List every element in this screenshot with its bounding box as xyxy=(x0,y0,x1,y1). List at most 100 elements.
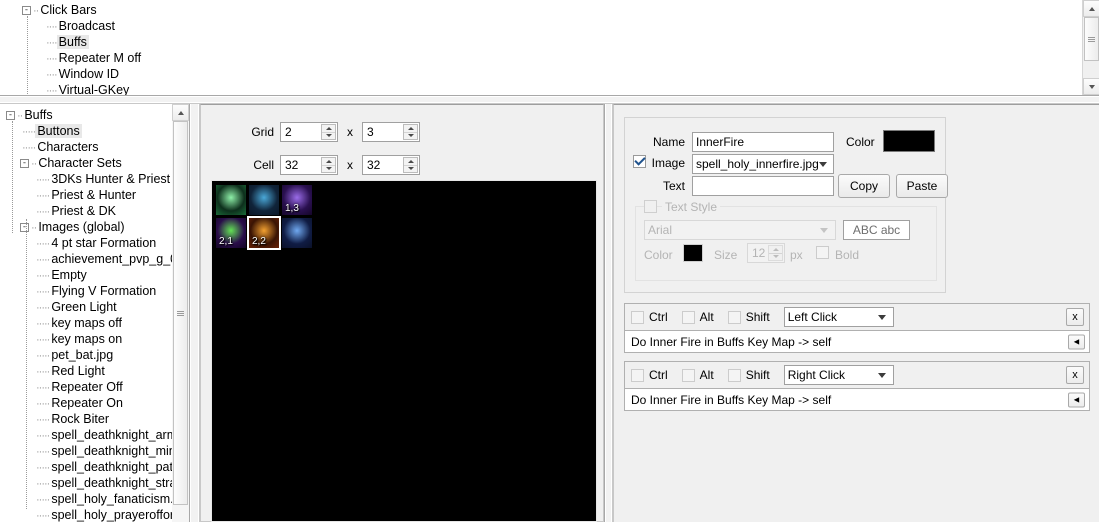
horizontal-splitter[interactable] xyxy=(0,95,1099,104)
top-panel-scrollbar[interactable] xyxy=(1082,0,1099,95)
image-enabled-checkbox[interactable] xyxy=(633,155,646,168)
name-input[interactable]: InnerFire xyxy=(692,132,834,152)
tree-node-repeater-m-off[interactable]: ···· Repeater M off xyxy=(22,50,143,66)
left-tree-scrollbar[interactable] xyxy=(172,104,189,522)
alt-modifier[interactable]: Alt xyxy=(681,368,714,382)
tree-item-character-sets[interactable]: - ·· Character Sets xyxy=(6,155,190,171)
shift-checkbox[interactable] xyxy=(727,310,741,324)
font-size-down-button[interactable] xyxy=(769,254,782,261)
remove-action-button[interactable]: x xyxy=(1066,308,1084,326)
alt-checkbox[interactable] xyxy=(681,368,695,382)
tree-node-virtual-gkey[interactable]: ···· Virtual-GKey xyxy=(22,82,143,95)
tree-item-spell-deathknight-stran[interactable]: ····· spell_deathknight_stran xyxy=(6,475,190,491)
tree-item-red-light[interactable]: ····· Red Light xyxy=(6,363,190,379)
font-size-spin-buttons[interactable] xyxy=(768,245,783,261)
expander-icon[interactable]: - xyxy=(22,6,31,16)
tree-item-3dks-hunter-priest[interactable]: ····· 3DKs Hunter & Priest xyxy=(6,171,190,187)
ctrl-checkbox[interactable] xyxy=(631,310,644,324)
font-family-dropdown[interactable]: Arial xyxy=(644,220,836,240)
tree-item-pet-bat-jpg[interactable]: ····· pet_bat.jpg xyxy=(6,347,190,363)
grid-rows-stepper[interactable]: 3 xyxy=(362,122,420,142)
tree-item-spell-holy-fanaticism-jpg[interactable]: ····· spell_holy_fanaticism.jpg xyxy=(6,491,190,507)
tree-node-window-id[interactable]: ···· Window ID xyxy=(22,66,143,82)
tree-item-key-maps-off[interactable]: ····· key maps off xyxy=(6,315,190,331)
cell-width-stepper[interactable]: 32 xyxy=(280,155,338,175)
tree-item-repeater-on[interactable]: ····· Repeater On xyxy=(6,395,190,411)
tree-item-rock-biter[interactable]: ····· Rock Biter xyxy=(6,411,190,427)
grid-columns-up-button[interactable] xyxy=(322,125,335,133)
tree-item-repeater-off[interactable]: ····· Repeater Off xyxy=(6,379,190,395)
tree-item-spell-holy-prayeroffortitu[interactable]: ····· spell_holy_prayeroffortitu xyxy=(6,507,190,522)
grid-cell[interactable] xyxy=(248,184,280,216)
tree-item-achievement-pvp-g-08[interactable]: ····· achievement_pvp_g_08 xyxy=(6,251,190,267)
tree-item-key-maps-on[interactable]: ····· key maps on xyxy=(6,331,190,347)
expander-icon[interactable]: - xyxy=(6,111,15,121)
buffs-tree[interactable]: - ·· Buffs ····· Buttons ····· Characters - ·· Ch… xyxy=(6,107,190,522)
bold-checkbox[interactable] xyxy=(816,246,829,259)
tree-item-spell-deathknight-mindf[interactable]: ····· spell_deathknight_mindf xyxy=(6,443,190,459)
tree-item-priest-hunter[interactable]: ····· Priest & Hunter xyxy=(6,187,190,203)
grid-rows-down-button[interactable] xyxy=(404,133,417,140)
shift-modifier[interactable]: Shift xyxy=(727,310,770,324)
tree-item-images-global[interactable]: - ·· Images (global) xyxy=(6,219,190,235)
shift-checkbox[interactable] xyxy=(727,368,741,382)
grid-columns-down-button[interactable] xyxy=(322,133,335,140)
grid-cell[interactable]: 2,1 xyxy=(215,217,247,249)
grid-cell[interactable] xyxy=(215,184,247,216)
copy-button[interactable]: Copy xyxy=(838,174,890,198)
action-back-button[interactable]: ◄ xyxy=(1068,334,1085,349)
ctrl-checkbox[interactable] xyxy=(631,368,644,382)
expander-icon[interactable]: - xyxy=(20,159,29,169)
scroll-thumb[interactable] xyxy=(1084,17,1099,61)
click-bar-canvas[interactable]: 1,3 2,1 2,2 xyxy=(211,180,597,522)
cell-height-stepper[interactable]: 32 xyxy=(362,155,420,175)
grid-columns-stepper[interactable]: 2 xyxy=(280,122,338,142)
tree-item-spell-deathknight-armyo[interactable]: ····· spell_deathknight_armyo xyxy=(6,427,190,443)
cell-height-spin-buttons[interactable] xyxy=(403,157,418,173)
left-scroll-thumb[interactable] xyxy=(173,121,188,505)
font-color-swatch[interactable] xyxy=(683,244,703,262)
cell-width-spin-buttons[interactable] xyxy=(321,157,336,173)
cell-height-down-button[interactable] xyxy=(404,166,417,173)
alt-modifier[interactable]: Alt xyxy=(681,310,714,324)
center-right-splitter[interactable] xyxy=(604,104,613,522)
action-back-button[interactable]: ◄ xyxy=(1068,392,1085,407)
alt-checkbox[interactable] xyxy=(681,310,695,324)
tree-item-4-pt-star-formation[interactable]: ····· 4 pt star Formation xyxy=(6,235,190,251)
cell-width-up-button[interactable] xyxy=(322,158,335,166)
left-scroll-up-button[interactable] xyxy=(172,104,189,121)
grid-cell[interactable]: 1,3 xyxy=(281,184,313,216)
grid-columns-spin-buttons[interactable] xyxy=(321,124,336,140)
click-bars-tree[interactable]: - ·· Click Bars ···· Broadcast ···· Buffs ···· R… xyxy=(22,2,143,95)
click-type-dropdown[interactable]: Right Click xyxy=(783,365,894,385)
left-vertical-splitter[interactable] xyxy=(189,104,200,522)
text-input[interactable] xyxy=(692,176,834,196)
grid-rows-spin-buttons[interactable] xyxy=(403,124,418,140)
tree-item-green-light[interactable]: ····· Green Light xyxy=(6,299,190,315)
grid-cell[interactable] xyxy=(281,217,313,249)
tree-item-priest-dk[interactable]: ····· Priest & DK xyxy=(6,203,190,219)
expander-icon[interactable]: - xyxy=(20,223,29,233)
ctrl-modifier[interactable]: Ctrl xyxy=(631,368,668,382)
cell-height-up-button[interactable] xyxy=(404,158,417,166)
image-dropdown[interactable]: spell_holy_innerfire.jpg xyxy=(692,154,834,174)
tree-item-empty[interactable]: ····· Empty xyxy=(6,267,190,283)
tree-item-flying-v-formation[interactable]: ····· Flying V Formation xyxy=(6,283,190,299)
tree-node-buffs[interactable]: ···· Buffs xyxy=(22,34,143,50)
grid-rows-up-button[interactable] xyxy=(404,125,417,133)
tree-item-characters[interactable]: ····· Characters xyxy=(6,139,190,155)
text-style-checkbox[interactable] xyxy=(644,200,657,213)
click-type-dropdown[interactable]: Left Click xyxy=(783,307,894,327)
scroll-down-button[interactable] xyxy=(1083,78,1099,95)
ctrl-modifier[interactable]: Ctrl xyxy=(631,310,668,324)
font-size-stepper[interactable]: 12 xyxy=(747,243,785,263)
tree-item-buffs[interactable]: - ·· Buffs xyxy=(6,107,190,123)
tree-node-broadcast[interactable]: ···· Broadcast xyxy=(22,18,143,34)
grid-cell[interactable]: 2,2 xyxy=(247,216,281,250)
cell-width-down-button[interactable] xyxy=(322,166,335,173)
tree-item-buttons[interactable]: ····· Buttons xyxy=(6,123,190,139)
remove-action-button[interactable]: x xyxy=(1066,366,1084,384)
tree-item-spell-deathknight-patho[interactable]: ····· spell_deathknight_patho xyxy=(6,459,190,475)
shift-modifier[interactable]: Shift xyxy=(727,368,770,382)
paste-button[interactable]: Paste xyxy=(896,174,948,198)
